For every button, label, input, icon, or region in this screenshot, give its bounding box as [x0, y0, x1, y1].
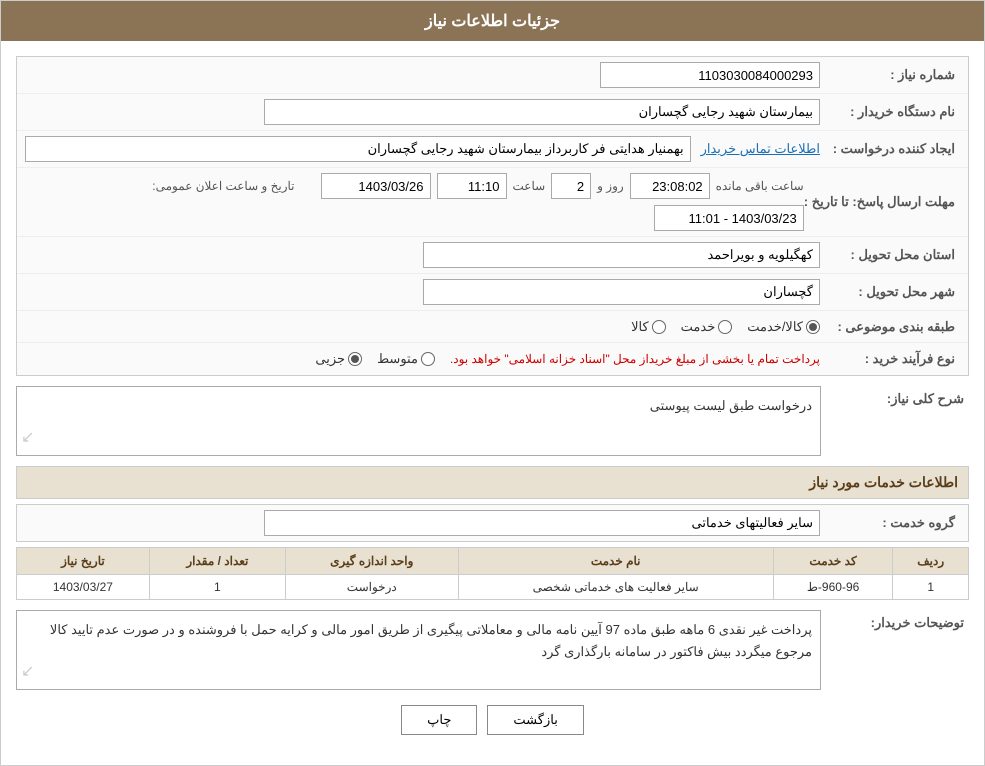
- table-cell-5: 1403/03/27: [17, 575, 150, 600]
- col-radif: ردیف: [893, 548, 969, 575]
- radio-kala[interactable]: کالا: [631, 319, 666, 335]
- shahrMahaliTahvil-value-cell: [25, 279, 820, 305]
- rooz-input[interactable]: [551, 173, 591, 199]
- radio-motavasset-circle: [421, 352, 435, 366]
- col-kodKhadamat: کد خدمت: [773, 548, 893, 575]
- bazgasht-button[interactable]: بازگشت: [487, 705, 583, 735]
- farayandText: پرداخت تمام یا بخشی از مبلغ خریداز محل "…: [450, 352, 820, 366]
- tosihKhardar-container: پرداخت غیر نقدی 6 ماهه طبق ماده 97 آیین …: [16, 610, 821, 690]
- namDasgah-label: نام دستگاه خریدار :: [820, 104, 960, 120]
- radio-kala-circle: [652, 320, 666, 334]
- ijadKonande-value-cell: اطلاعات تماس خریدار: [25, 136, 820, 162]
- shomareNiaz-input[interactable]: [600, 62, 820, 88]
- ijadKonande-label: ایجاد کننده درخواست :: [820, 141, 960, 157]
- shomareNiaz-row: شماره نیاز :: [17, 57, 968, 94]
- tarikhVaSaatElan-label: تاریخ و ساعت اعلان عمومی:: [152, 179, 294, 193]
- radio-motavasset-label: متوسط: [377, 351, 418, 367]
- sharhKoliNiaz-label: شرح کلی نیاز:: [829, 386, 969, 407]
- groupKhadamat-label: گروه خدمت :: [820, 515, 960, 531]
- tabaqeBandi-value-cell: کالا/خدمت خدمت کالا: [25, 319, 820, 335]
- col-tarikhNiaz: تاریخ نیاز: [17, 548, 150, 575]
- sharhKoliNiaz-container: درخواست طبق لیست پیوستی ↙: [16, 386, 821, 456]
- saat-label: ساعت: [513, 179, 546, 193]
- saatBaghimandeh-input[interactable]: [630, 173, 710, 199]
- table-row: 1960-96-طسایر فعالیت های خدماتی شخصیدرخو…: [17, 575, 969, 600]
- noeFarayandKharid-value-cell: پرداخت تمام یا بخشی از مبلغ خریداز محل "…: [25, 351, 820, 367]
- service-table: ردیف کد خدمت نام خدمت واحد اندازه گیری ت…: [16, 547, 969, 600]
- shomareNiaz-value-cell: [25, 62, 820, 88]
- page-title: جزئیات اطلاعات نیاز: [425, 13, 560, 30]
- tosihKhardar-section: توضیحات خریدار: پرداخت غیر نقدی 6 ماهه ط…: [16, 610, 969, 690]
- mohlatErsalPasokh-row: مهلت ارسال پاسخ: تا تاریخ : ساعت باقی ما…: [17, 168, 968, 237]
- ittelaatTamasKhardar-link[interactable]: اطلاعات تماس خریدار: [701, 141, 820, 157]
- saatPasokh-input[interactable]: [437, 173, 507, 199]
- sharhKoliNiaz-box: درخواست طبق لیست پیوستی ↙: [16, 386, 821, 456]
- table-cell-2: سایر فعالیت های خدماتی شخصی: [458, 575, 773, 600]
- tabaqeBandi-label: طبقه بندی موضوعی :: [820, 319, 960, 335]
- rooz-label: روز و: [597, 179, 624, 193]
- namDasgah-row: نام دستگاه خریدار :: [17, 94, 968, 131]
- shahrMahaliTahvil-label: شهر محل تحویل :: [820, 284, 960, 300]
- noeFarayandKharid-label: نوع فرآیند خرید :: [820, 351, 960, 367]
- groupKhadamat-row: گروه خدمت :: [16, 504, 969, 542]
- resize-icon: ↙: [21, 424, 34, 451]
- ostanMahaliTahvil-label: استان محل تحویل :: [820, 247, 960, 263]
- tarikhVaSaatElan-input[interactable]: [654, 205, 804, 231]
- page-header: جزئیات اطلاعات نیاز: [1, 1, 984, 41]
- sharhKoliNiaz-section: شرح کلی نیاز: درخواست طبق لیست پیوستی ↙: [16, 386, 969, 456]
- tosihKhardar-label: توضیحات خریدار:: [829, 610, 969, 631]
- bottom-buttons: بازگشت چاپ: [16, 690, 969, 750]
- table-cell-0: 1: [893, 575, 969, 600]
- ostanMahaliTahvil-input[interactable]: [423, 242, 821, 268]
- shahrMahaliTahvil-row: شهر محل تحویل :: [17, 274, 968, 311]
- tosihKhardar-box: پرداخت غیر نقدی 6 ماهه طبق ماده 97 آیین …: [16, 610, 821, 690]
- main-info-section: شماره نیاز : نام دستگاه خریدار : ایجاد ک…: [16, 56, 969, 376]
- radio-kala-label: کالا: [631, 319, 649, 335]
- radio-khadamat-circle: [718, 320, 732, 334]
- tarikhPasokh-input[interactable]: [321, 173, 431, 199]
- radio-motavasset[interactable]: متوسط: [377, 351, 435, 367]
- table-header-row: ردیف کد خدمت نام خدمت واحد اندازه گیری ت…: [17, 548, 969, 575]
- sharhKoliNiaz-text: درخواست طبق لیست پیوستی: [650, 398, 812, 413]
- table-cell-4: 1: [149, 575, 285, 600]
- radio-jozyi-label: جزیی: [315, 351, 345, 367]
- radio-khadamat[interactable]: خدمت: [681, 319, 733, 335]
- groupKhadamat-input[interactable]: [264, 510, 821, 536]
- table-header: ردیف کد خدمت نام خدمت واحد اندازه گیری ت…: [17, 548, 969, 575]
- resize-icon-2: ↙: [21, 658, 34, 685]
- radio-kalaKhadamat[interactable]: کالا/خدمت: [747, 319, 820, 335]
- ijadKonande-row: ایجاد کننده درخواست : اطلاعات تماس خریدا…: [17, 131, 968, 168]
- radio-jozyi-circle: [348, 352, 362, 366]
- namDasgah-value-cell: [25, 99, 820, 125]
- mohlatErsalPasokh-label: مهلت ارسال پاسخ: تا تاریخ :: [804, 194, 960, 210]
- table-cell-3: درخواست: [285, 575, 458, 600]
- table-cell-1: 960-96-ط: [773, 575, 893, 600]
- radio-kalaKhadamat-circle: [806, 320, 820, 334]
- saatBaghimandeh-label: ساعت باقی مانده: [716, 179, 804, 193]
- table-body: 1960-96-طسایر فعالیت های خدماتی شخصیدرخو…: [17, 575, 969, 600]
- tosihKhardar-text: پرداخت غیر نقدی 6 ماهه طبق ماده 97 آیین …: [50, 622, 812, 659]
- radio-kalaKhadamat-label: کالا/خدمت: [747, 319, 803, 335]
- chap-button[interactable]: چاپ: [401, 705, 477, 735]
- page-wrapper: جزئیات اطلاعات نیاز شماره نیاز : نام دست…: [0, 0, 985, 766]
- ijadKonande-input[interactable]: [25, 136, 691, 162]
- noeFarayandKharid-row: نوع فرآیند خرید : پرداخت تمام یا بخشی از…: [17, 343, 968, 375]
- mohlatErsalPasokh-value-cell: ساعت باقی مانده روز و ساعت تاریخ و ساعت …: [25, 173, 804, 231]
- content-area: شماره نیاز : نام دستگاه خریدار : ایجاد ک…: [1, 41, 984, 765]
- col-namKhadamat: نام خدمت: [458, 548, 773, 575]
- radio-khadamat-label: خدمت: [681, 319, 716, 335]
- col-vahedAndaze: واحد اندازه گیری: [285, 548, 458, 575]
- tabaqeBandi-row: طبقه بندی موضوعی : کالا/خدمت خدمت: [17, 311, 968, 343]
- ostanMahaliTahvil-value-cell: [25, 242, 820, 268]
- radio-jozyi[interactable]: جزیی: [315, 351, 362, 367]
- shahrMahaliTahvil-input[interactable]: [423, 279, 821, 305]
- shomareNiaz-label: شماره نیاز :: [820, 67, 960, 83]
- ettelaatKhadamat-header: اطلاعات خدمات مورد نیاز: [16, 466, 969, 499]
- ostanMahaliTahvil-row: استان محل تحویل :: [17, 237, 968, 274]
- groupKhadamat-value-cell: [25, 510, 820, 536]
- col-tedad: تعداد / مقدار: [149, 548, 285, 575]
- namDasgah-input[interactable]: [264, 99, 821, 125]
